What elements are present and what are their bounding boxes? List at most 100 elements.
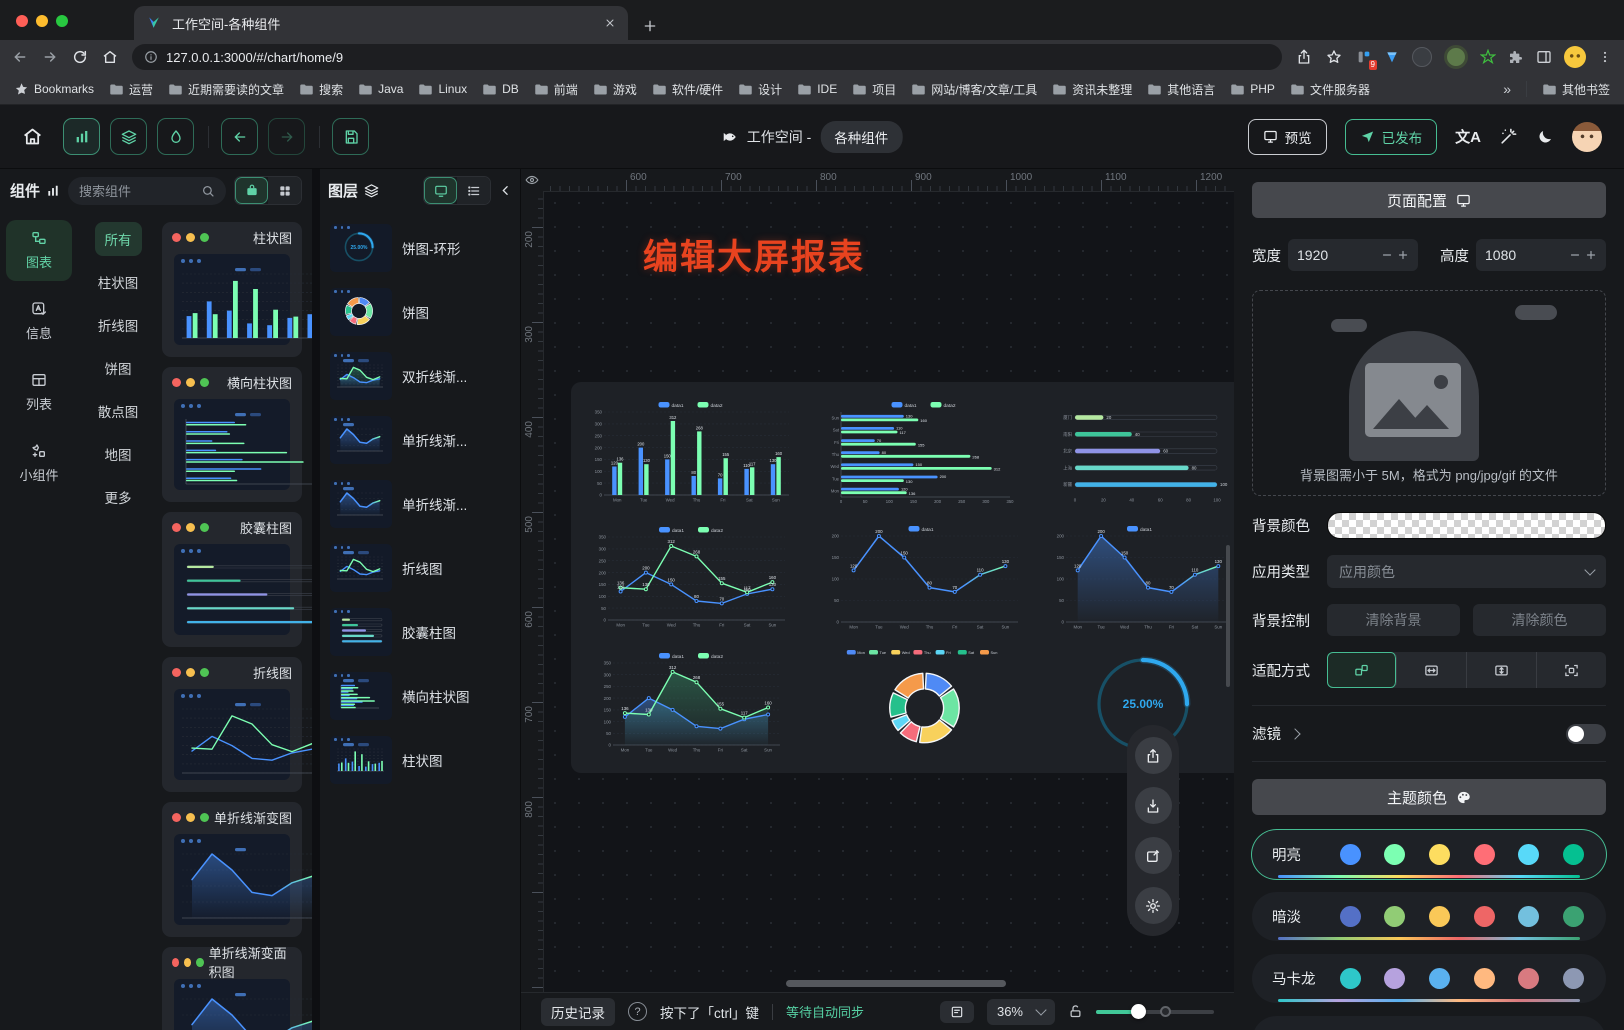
share-icon[interactable] (1296, 49, 1312, 65)
component-card[interactable]: 柱状图 (162, 222, 302, 357)
bookmark-folder[interactable]: 游戏 (593, 81, 637, 98)
bookmark-folder[interactable]: 设计 (738, 81, 782, 98)
canvas-chart-pie[interactable]: MonTueWedThuFriSatSun (822, 647, 1027, 759)
category-item[interactable]: 地图 (95, 437, 142, 471)
notes-button[interactable] (940, 1001, 974, 1023)
profile-avatar[interactable] (1564, 46, 1586, 68)
app-home-icon[interactable] (22, 126, 43, 147)
zoom-select[interactable]: 36% (987, 999, 1055, 1025)
zoom-slider[interactable] (1096, 1004, 1214, 1020)
decrease-icon[interactable] (1381, 249, 1393, 261)
minimize-window-button[interactable] (36, 15, 48, 27)
canvas-chart-gradient-area[interactable]: data1data2050100150200250300350MonTueWed… (598, 650, 786, 756)
width-stepper[interactable]: 1920 (1288, 239, 1418, 271)
bookmark-folder[interactable]: 项目 (852, 81, 896, 98)
bookmark-star-icon[interactable] (1326, 49, 1342, 65)
bookmark-folder[interactable]: 搜索 (299, 81, 343, 98)
canvas-chart-capsule[interactable]: 厦门20南阳40北京60上海80新疆100020406080100 (1054, 402, 1232, 504)
page-config-header[interactable]: 页面配置 (1252, 182, 1606, 218)
bookmark-folder[interactable]: Linux (418, 82, 467, 97)
search-input[interactable]: 搜索组件 (68, 177, 226, 205)
filter-toggle[interactable] (1566, 724, 1606, 744)
bookmarks-overflow[interactable]: » (1503, 81, 1511, 97)
clear-background-button[interactable]: 清除背景 (1327, 604, 1460, 636)
thumbnail-view-button[interactable] (424, 177, 457, 204)
slider-knob[interactable] (1131, 1004, 1146, 1019)
filter-expand-chevron[interactable] (1289, 728, 1300, 739)
layers-tool-button[interactable] (110, 118, 147, 155)
layer-item[interactable]: 胶囊柱图 (330, 608, 510, 656)
bookmark-folder[interactable]: 其他语言 (1147, 81, 1215, 98)
bookmark-folder[interactable]: 软件/硬件 (652, 81, 723, 98)
user-avatar[interactable] (1572, 122, 1602, 152)
height-stepper[interactable]: 1080 (1476, 239, 1606, 271)
toggle-guides-eye-icon[interactable] (521, 169, 543, 191)
history-button[interactable]: 历史记录 (541, 998, 615, 1026)
sidebar-item-widget[interactable]: 小组件 (6, 433, 72, 494)
layer-item[interactable]: 双折线渐... (330, 352, 510, 400)
category-item[interactable]: 柱状图 (88, 265, 149, 299)
canvas-chart-bar[interactable]: data1data2050100150200250300350MonTueWed… (589, 399, 794, 506)
category-item[interactable]: 散点图 (88, 394, 149, 428)
theme-row-暗淡[interactable]: 暗淡 (1252, 892, 1606, 941)
grid-view-button[interactable] (268, 177, 301, 204)
reload-icon[interactable] (72, 49, 88, 65)
layer-item[interactable]: 25.00%饼图-环形 (330, 224, 510, 272)
canvas-chart-horizontal-bar[interactable]: data1data2050100150200250300350Mon120136… (822, 399, 1027, 506)
fit-width-button[interactable] (1397, 652, 1467, 688)
component-card[interactable]: 横向柱状图 (162, 367, 302, 502)
settings-gear-icon[interactable] (1135, 887, 1172, 924)
bookmark-folder[interactable]: Java (358, 82, 403, 97)
fit-height-button[interactable] (1467, 652, 1537, 688)
layer-item[interactable]: 单折线渐... (330, 416, 510, 464)
theme-color-header[interactable]: 主题颜色 (1252, 779, 1606, 815)
category-item[interactable]: 折线图 (88, 308, 149, 342)
sidebar-item-chart[interactable]: 图表 (6, 220, 72, 281)
bookmark-folder[interactable]: 网站/博客/文章/工具 (911, 81, 1037, 98)
canvas-chart-gradient-line[interactable]: data1050100150200MonTueWedThuFriSatSun12… (1051, 523, 1234, 633)
theme-row-马卡龙[interactable]: 马卡龙 (1252, 954, 1606, 1003)
bg-color-swatch[interactable] (1327, 512, 1606, 539)
component-card[interactable]: 胶囊柱图 (162, 512, 302, 647)
maximize-window-button[interactable] (56, 15, 68, 27)
editor-canvas[interactable]: 编辑大屏报表 data1data2050100150200250300350Mo… (521, 169, 1234, 1030)
bookmark-folder[interactable]: PHP (1230, 82, 1275, 97)
theme-row-蓝绿[interactable]: 蓝绿 (1252, 1016, 1606, 1030)
sidebar-item-info[interactable]: 信息 (6, 291, 72, 352)
publish-button[interactable]: 已发布 (1345, 119, 1438, 155)
other-bookmarks[interactable]: 其他书签 (1542, 81, 1610, 98)
extension-icon[interactable] (1412, 47, 1432, 67)
category-item[interactable]: 饼图 (95, 351, 142, 385)
fit-stretch-button[interactable] (1537, 652, 1606, 688)
forward-icon[interactable] (42, 49, 58, 65)
layer-item[interactable]: 折线图 (330, 544, 510, 592)
component-card[interactable]: 折线图 (162, 657, 302, 792)
help-icon[interactable]: ? (628, 1002, 647, 1021)
component-card[interactable]: 单折线渐变图 (162, 802, 302, 937)
puzzle-icon[interactable] (1508, 49, 1524, 65)
dark-mode-moon-icon[interactable] (1536, 128, 1554, 146)
decrease-icon[interactable] (1569, 249, 1581, 261)
bookmark-folder[interactable]: 前端 (534, 81, 578, 98)
browser-tab[interactable]: 工作空间-各种组件 (134, 6, 628, 40)
extension-icon[interactable] (1444, 45, 1468, 69)
list-view-button[interactable] (457, 177, 490, 204)
bookmark-folder[interactable]: IDE (797, 82, 837, 97)
back-icon[interactable] (12, 49, 28, 65)
canvas-text-title[interactable]: 编辑大屏报表 (643, 229, 865, 280)
home-icon[interactable] (102, 49, 118, 65)
side-panel-icon[interactable] (1536, 49, 1552, 65)
new-tab-button[interactable] (642, 18, 658, 34)
width-value[interactable]: 1920 (1297, 247, 1377, 263)
layer-item[interactable]: 横向柱状图 (330, 672, 510, 720)
clear-color-button[interactable]: 清除颜色 (1473, 604, 1606, 636)
preview-button[interactable]: 预览 (1248, 119, 1327, 155)
detail-tool-button[interactable] (157, 118, 194, 155)
translate-icon[interactable]: 文A (1455, 126, 1481, 147)
save-button[interactable] (332, 118, 369, 155)
extension-icon[interactable]: 9 (1356, 48, 1372, 66)
bookmark-folder[interactable]: 文件服务器 (1290, 81, 1370, 98)
vertical-scrollbar[interactable] (1226, 545, 1230, 687)
kebab-menu-icon[interactable] (1598, 49, 1612, 65)
horizontal-scrollbar[interactable] (786, 980, 1006, 987)
